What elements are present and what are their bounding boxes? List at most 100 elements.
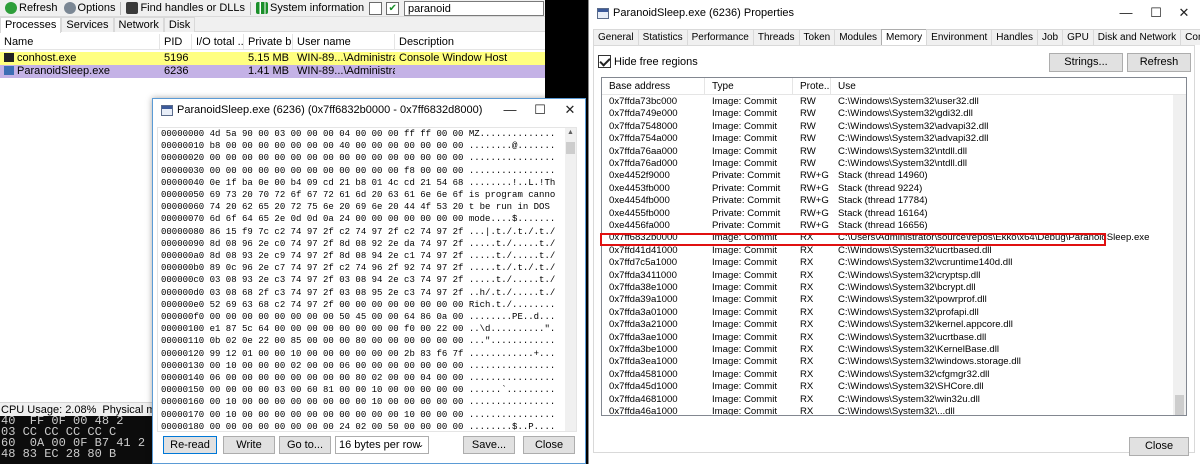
refresh-button[interactable]: Refresh [2, 0, 61, 16]
hide-free-regions-label: Hide free regions [614, 55, 698, 68]
memory-row[interactable]: 0x7ffda3be1000 Image: Commit RX C:\Windows\… [602, 344, 1174, 356]
hex-scroll-thumb[interactable] [566, 142, 575, 154]
column-user-name[interactable]: User name [293, 34, 395, 50]
memory-row[interactable]: 0x7ffda3411000 Image: Commit RX C:\Windows\… [602, 270, 1174, 282]
memory-list-header: Base address Type Prote... Use [602, 78, 1186, 95]
memory-row[interactable]: 0x7ffda3a01000 Image: Commit RX C:\Windows\… [602, 307, 1174, 319]
bytes-per-row-value: 16 bytes per row [339, 439, 421, 451]
process-row[interactable]: conhost.exe 5196 5.15 MB WIN-89...\Administ… [0, 52, 545, 65]
reread-button[interactable]: Re-read [163, 436, 217, 454]
column-protection[interactable]: Prote... [793, 78, 831, 95]
close-icon[interactable]: ✕ [555, 99, 585, 121]
memory-base-address: 0x7ffda4681000 [609, 393, 678, 405]
column-description[interactable]: Description [395, 34, 545, 50]
hex-line: 000000f0 00 00 00 00 00 00 00 00 50 45 0… [161, 312, 556, 323]
memory-row[interactable]: 0x7ffda3ae1000 Image: Commit RX C:\Windows\… [602, 332, 1174, 344]
hex-line: 00000130 00 10 00 00 00 02 00 00 06 00 0… [161, 360, 556, 371]
tab-statistics[interactable]: Statistics [637, 29, 688, 45]
tab-threads[interactable]: Threads [752, 29, 800, 45]
column-type[interactable]: Type [705, 78, 793, 95]
memory-row[interactable]: 0x7ffda749e000 Image: Commit RW C:\Windows\… [602, 108, 1174, 120]
tab-modules[interactable]: Modules [834, 29, 883, 45]
memory-row[interactable]: 0x7ffda38e1000 Image: Commit RX C:\Windows\… [602, 282, 1174, 294]
memory-row[interactable]: 0xe4456fa000 Private: Commit RW+G Stack (th… [602, 220, 1174, 232]
find-handles-button[interactable]: Find handles or DLLs [123, 0, 248, 16]
tab-network[interactable]: Network [113, 17, 164, 32]
hide-free-regions-checkbox[interactable]: Hide free regions [598, 55, 698, 68]
options-button[interactable]: Options [61, 0, 119, 16]
tab-disk-and-network[interactable]: Disk and Network [1092, 29, 1182, 45]
tab-handles[interactable]: Handles [991, 29, 1038, 45]
refresh-button[interactable]: Refresh [1127, 53, 1191, 72]
tab-job[interactable]: Job [1037, 29, 1064, 45]
tab-token[interactable]: Token [798, 29, 836, 45]
memory-row[interactable]: 0x7ffd7c5a1000 Image: Commit RX C:\Windows\… [602, 257, 1174, 269]
memory-type: Image: Commit [712, 344, 778, 355]
write-button[interactable]: Write [223, 436, 275, 454]
close-icon[interactable]: ✕ [1169, 2, 1199, 24]
memory-row[interactable]: 0x7ffda754a000 Image: Commit RW C:\Windows\… [602, 133, 1174, 145]
hex-scrollbar[interactable]: ▲ [565, 128, 576, 431]
scroll-up-icon[interactable]: ▲ [567, 129, 574, 136]
search-input[interactable] [404, 1, 544, 16]
column-base-address[interactable]: Base address [602, 78, 705, 95]
tab-services[interactable]: Services [61, 17, 114, 32]
bytes-per-row-select[interactable]: 16 bytes per row ⌄ [335, 436, 429, 454]
memory-row[interactable]: 0x7ffda46a1000 Image: Commit RX C:\Windows\… [602, 406, 1174, 415]
system-information-button[interactable]: System information [253, 0, 367, 16]
memory-row[interactable]: 0x7ffda73bc000 Image: Commit RW C:\Windows\… [602, 96, 1174, 108]
memory-row[interactable]: 0xe4455fb000 Private: Commit RW+G Stack (th… [602, 208, 1174, 220]
memory-use: C:\Windows\System32\bcrypt.dll [838, 282, 976, 293]
memory-use: C:\Windows\System32\ntdll.dll [838, 145, 968, 157]
memory-row[interactable]: 0xe4453fb000 Private: Commit RW+G Stack (th… [602, 183, 1174, 195]
memory-row[interactable]: 0x7ffda3ea1000 Image: Commit RX C:\Windows\… [602, 356, 1174, 368]
memory-row[interactable]: 0x7ffda76aa000 Image: Commit RW C:\Windows\… [602, 146, 1174, 158]
memory-row[interactable]: 0x7ffda39a1000 Image: Commit RX C:\Windows\… [602, 294, 1174, 306]
memory-row[interactable]: 0x7ffda4581000 Image: Commit RX C:\Windows\… [602, 369, 1174, 381]
memory-type: Image: Commit [712, 381, 778, 393]
tab-environment[interactable]: Environment [926, 29, 993, 45]
tab-memory[interactable]: Memory [881, 29, 928, 46]
tab-comment[interactable]: Comment [1180, 29, 1200, 45]
memory-use: C:\Windows\System32\win32u.dll [838, 393, 980, 405]
memory-row[interactable]: 0x7ffda4681000 Image: Commit RX C:\Windows\… [602, 394, 1174, 406]
column-pid[interactable]: PID [160, 34, 192, 50]
memory-scroll-thumb[interactable] [1175, 395, 1184, 415]
memory-row[interactable]: 0x7ffda7548000 Image: Commit RW C:\Windows\… [602, 121, 1174, 133]
close-button[interactable]: Close [523, 436, 575, 454]
maximize-icon[interactable]: ☐ [1141, 2, 1171, 24]
hex-dump-area[interactable]: 00000000 4d 5a 90 00 03 00 00 00 04 00 0… [157, 127, 577, 432]
tab-performance[interactable]: Performance [686, 29, 754, 45]
memory-use: C:\Windows\System32\ucrtbase.dll [838, 331, 987, 343]
process-description: Console Window Host [399, 52, 508, 64]
column-name[interactable]: Name [0, 34, 160, 50]
goto-button[interactable]: Go to... [279, 436, 331, 454]
maximize-icon[interactable]: ☐ [525, 99, 555, 121]
checkbox-checked-icon[interactable] [598, 55, 611, 68]
memory-base-address: 0xe4454fb000 [609, 195, 670, 207]
strings-button[interactable]: Strings... [1049, 53, 1123, 72]
minimize-icon[interactable]: — [495, 99, 525, 121]
tab-disk[interactable]: Disk [163, 17, 196, 32]
tab-general[interactable]: General [593, 29, 639, 45]
column-io-total[interactable]: I/O total ... [192, 34, 244, 50]
column-use[interactable]: Use [831, 78, 1174, 95]
memory-row[interactable]: 0x7ffda3a21000 Image: Commit RX C:\Windows\… [602, 319, 1174, 331]
tab-processes[interactable]: Processes [0, 17, 62, 33]
hex-line: 000000a0 8d 08 93 2e c9 74 97 2f 8d 08 9… [161, 251, 556, 262]
memory-row[interactable]: 0xe4454fb000 Private: Commit RW+G Stack (th… [602, 195, 1174, 207]
memory-row[interactable]: 0x7ffda76ad000 Image: Commit RW C:\Windows\… [602, 158, 1174, 170]
memory-row[interactable]: 0x7ffda45d1000 Image: Commit RX C:\Windows\… [602, 381, 1174, 393]
memory-row[interactable]: 0x7ffd41d41000 Image: Commit RX C:\Windows\… [602, 245, 1174, 257]
checkmark-icon[interactable]: ✔ [386, 1, 400, 15]
memory-scrollbar[interactable] [1173, 95, 1186, 415]
window-icon[interactable] [369, 1, 383, 15]
memory-row[interactable]: 0xe4452f9000 Private: Commit RW+G Stack (th… [602, 170, 1174, 182]
tab-gpu[interactable]: GPU [1062, 29, 1094, 45]
save-button[interactable]: Save... [463, 436, 515, 454]
column-private-bytes[interactable]: Private b... [244, 34, 293, 50]
memory-base-address: 0x7ffda3be1000 [609, 344, 678, 355]
minimize-icon[interactable]: — [1111, 2, 1141, 24]
process-row[interactable]: ParanoidSleep.exe 6236 1.41 MB WIN-89...\Ad… [0, 65, 545, 78]
properties-close-button[interactable]: Close [1129, 437, 1189, 456]
